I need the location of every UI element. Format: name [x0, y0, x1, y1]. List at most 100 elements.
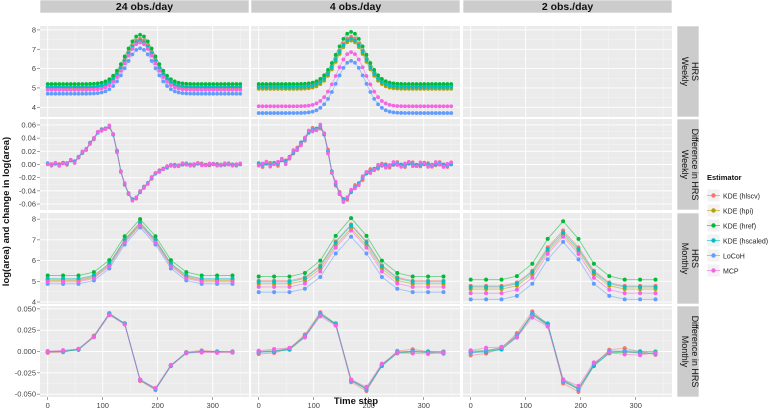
y-tick-label: 0.000	[17, 347, 36, 356]
data-point	[345, 195, 350, 199]
data-point	[49, 91, 54, 96]
data-point	[199, 279, 204, 284]
data-point	[126, 46, 131, 51]
data-point	[341, 66, 346, 70]
data-point	[426, 274, 431, 279]
x-axis-title: Time step	[334, 396, 378, 407]
data-point	[57, 164, 62, 168]
data-point	[149, 53, 154, 58]
data-point	[199, 87, 204, 92]
data-point	[161, 167, 165, 171]
data-point	[122, 181, 127, 185]
data-point	[149, 59, 154, 63]
data-point	[153, 234, 158, 239]
legend: Estimator KDE (hlscv) KDE (hpi) KDE (href) K…	[706, 173, 768, 278]
data-point	[368, 82, 373, 87]
data-point	[260, 161, 265, 166]
data-point	[299, 84, 303, 89]
data-point	[638, 277, 643, 282]
data-point	[172, 85, 177, 90]
data-point	[138, 223, 143, 228]
data-point	[68, 87, 73, 92]
data-point	[414, 164, 419, 168]
data-point	[406, 85, 411, 89]
data-point	[49, 162, 54, 166]
data-point	[287, 290, 292, 295]
data-point	[103, 127, 108, 132]
data-point	[445, 85, 450, 89]
data-point	[80, 91, 85, 96]
data-point	[161, 79, 166, 84]
data-point	[199, 91, 204, 96]
data-point	[272, 85, 276, 89]
data-point	[256, 279, 261, 284]
data-point	[203, 87, 208, 92]
data-point	[126, 53, 131, 58]
data-point	[379, 258, 384, 263]
data-point	[65, 160, 69, 165]
data-point	[153, 66, 158, 71]
data-point	[622, 277, 627, 282]
data-point	[441, 350, 446, 355]
y-tick-label: 7	[32, 45, 36, 54]
data-point	[445, 111, 450, 115]
legend-key-point	[711, 253, 716, 258]
faceted-chart: 24 obs./day 4 obs./day 2 obs./dayHRSWeekly…	[1, 0, 768, 408]
data-point	[130, 52, 135, 57]
data-point	[122, 61, 127, 66]
data-point	[310, 109, 315, 114]
data-point	[69, 158, 73, 162]
data-point	[260, 111, 265, 115]
data-point	[203, 163, 208, 168]
data-point	[299, 104, 303, 109]
data-point	[576, 236, 581, 241]
data-point	[238, 161, 242, 166]
data-point	[484, 277, 489, 282]
data-point	[272, 290, 277, 295]
data-point	[364, 251, 369, 256]
data-point	[314, 128, 319, 133]
data-point	[314, 108, 319, 113]
data-point	[287, 85, 292, 89]
data-point	[530, 261, 535, 266]
data-point	[591, 270, 596, 275]
data-point	[622, 291, 627, 296]
data-point	[607, 350, 612, 355]
data-point	[134, 48, 139, 52]
data-point	[318, 314, 323, 319]
data-point	[195, 87, 200, 92]
data-point	[268, 111, 273, 115]
data-point	[376, 95, 380, 100]
y-tick-label: 0.025	[17, 326, 36, 335]
data-point	[302, 271, 307, 276]
data-point	[333, 240, 338, 245]
data-point	[422, 111, 427, 115]
data-point	[449, 160, 454, 164]
data-point	[176, 163, 181, 168]
data-point	[407, 159, 411, 164]
data-point	[45, 349, 50, 354]
data-point	[61, 87, 65, 92]
data-point	[188, 87, 193, 92]
data-point	[364, 74, 369, 78]
data-point	[607, 281, 612, 286]
data-point	[406, 111, 411, 115]
data-point	[115, 79, 119, 84]
data-point	[256, 284, 261, 289]
data-point	[119, 169, 123, 174]
x-tick-label: 0	[46, 401, 50, 408]
data-point	[530, 315, 535, 320]
legend-key-point	[711, 223, 716, 228]
data-point	[433, 104, 438, 109]
data-point	[268, 165, 273, 169]
data-point	[176, 86, 181, 91]
data-point	[92, 91, 96, 96]
data-point	[45, 87, 50, 92]
data-point	[318, 80, 323, 85]
data-point	[349, 216, 354, 221]
data-point	[395, 350, 400, 355]
data-point	[276, 111, 280, 115]
data-point	[291, 148, 296, 152]
data-point	[142, 186, 146, 190]
data-point	[276, 159, 280, 164]
